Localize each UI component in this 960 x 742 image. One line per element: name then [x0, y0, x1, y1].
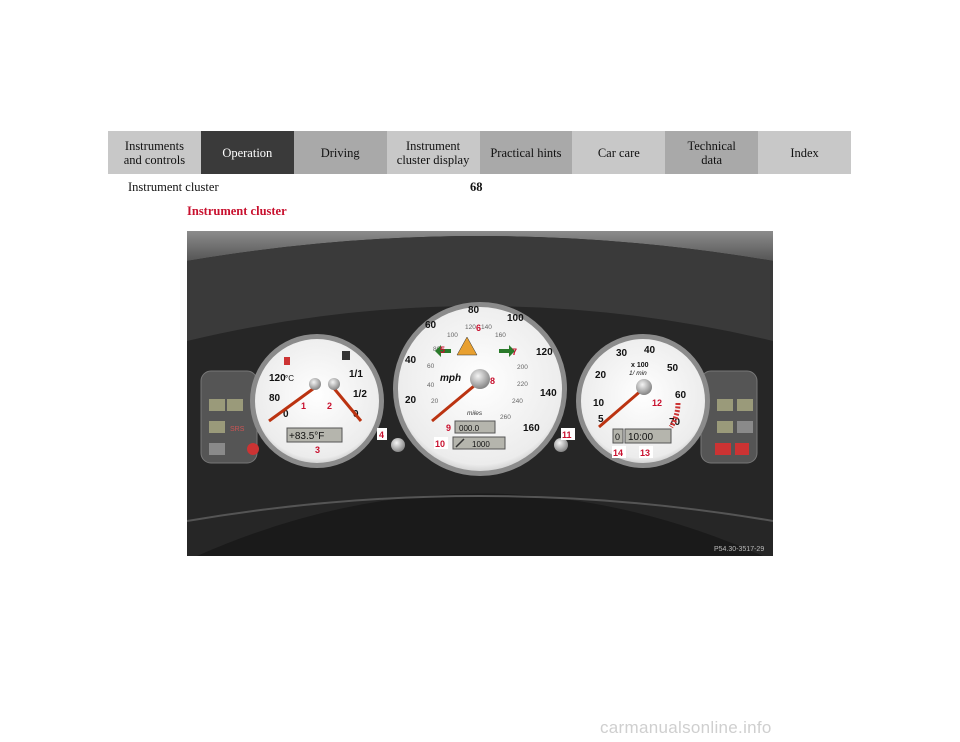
- instrument-cluster-illustration: SRS 120 80 0 °C 1/1 1/2 0 +83.5°F 20 40 …: [186, 231, 774, 556]
- gauge-label: miles: [467, 410, 483, 417]
- tab-operation[interactable]: Operation: [200, 131, 294, 174]
- warning-lamp-icon: [209, 443, 225, 455]
- section-heading: Instrument cluster: [187, 204, 287, 218]
- gauge-label: 100: [447, 332, 458, 339]
- gauge-label: 220: [517, 381, 528, 388]
- gear-display: 0: [615, 432, 620, 442]
- tab-practical-hints[interactable]: Practical hints: [479, 131, 573, 174]
- callout-1: 1: [301, 401, 306, 411]
- warning-lamp-icon: [737, 399, 753, 411]
- tab-driving[interactable]: Driving: [293, 131, 387, 174]
- gauge-label: 20: [595, 370, 607, 381]
- gauge-label: 20: [405, 395, 417, 406]
- temp-display: +83.5°F: [289, 431, 324, 442]
- gauge-label: mph: [440, 373, 461, 384]
- callout-14: 14: [613, 448, 623, 458]
- gauge-label: 10: [593, 398, 605, 409]
- gauge-label: 40: [405, 355, 417, 366]
- callout-2: 2: [327, 401, 332, 411]
- warning-lamp-icon: [737, 421, 753, 433]
- instrument-cluster-figure: SRS 120 80 0 °C 1/1 1/2 0 +83.5°F 20 40 …: [186, 231, 774, 556]
- coolant-temp-icon: [284, 357, 290, 365]
- gauge-label: 80: [269, 393, 281, 404]
- reset-knob-left: [391, 438, 405, 452]
- gauge-label: 40: [644, 345, 656, 356]
- fuel-pump-icon: [342, 351, 350, 360]
- tab-technical-data[interactable]: Technical data: [665, 131, 759, 174]
- trip-display: 000.0: [459, 424, 480, 433]
- callout-13: 13: [640, 448, 650, 458]
- gauge-label: 1/1: [349, 369, 363, 380]
- tab-instruments-and-controls[interactable]: Instruments and controls: [108, 131, 201, 174]
- gauge-label: 120: [465, 324, 476, 331]
- gauge-label: °C: [285, 374, 294, 383]
- gauge-label: 260: [500, 414, 511, 421]
- gauge-label: 200: [517, 364, 528, 371]
- gauge-label: 60: [425, 320, 437, 331]
- odometer-display: 1000: [472, 440, 490, 449]
- gauge-label: 160: [523, 423, 540, 434]
- gauge-label: 140: [481, 324, 492, 331]
- callout-8: 8: [490, 376, 495, 386]
- page-header-title: Instrument cluster: [128, 180, 219, 194]
- callout-4: 4: [379, 430, 384, 440]
- callout-7: 7: [512, 347, 517, 357]
- gauge-label: 20: [431, 398, 439, 405]
- warning-lamp-icon: [717, 421, 733, 433]
- gauge-label: 120: [269, 373, 286, 384]
- gauge-label: 1/2: [353, 389, 367, 400]
- gauge-label: 1/ min: [629, 370, 647, 377]
- gauge-label: 160: [495, 332, 506, 339]
- gauge-label: 30: [616, 348, 628, 359]
- callout-9: 9: [446, 423, 451, 433]
- gauge-label: 50: [667, 363, 679, 374]
- warning-lamp-icon: [209, 421, 225, 433]
- chapter-nav: Instruments and controls Operation Drivi…: [108, 131, 851, 174]
- reset-knob-right: [554, 438, 568, 452]
- gauge-label: x 100: [631, 362, 649, 369]
- gauge-label: 80: [468, 305, 480, 316]
- tab-index[interactable]: Index: [758, 131, 851, 174]
- gauge-label: 140: [540, 388, 557, 399]
- warning-lamp-icon: [209, 399, 225, 411]
- warning-lamp-icon: [717, 399, 733, 411]
- seatbelt-warning-icon: [735, 443, 749, 455]
- battery-warning-icon: [715, 443, 731, 455]
- gauge-label: 240: [512, 398, 523, 405]
- tab-instrument-cluster-display[interactable]: Instrument cluster display: [386, 131, 480, 174]
- callout-12: 12: [652, 398, 662, 408]
- figure-code: P54.30-3517-29: [714, 546, 764, 553]
- warning-lamp-icon: [227, 399, 243, 411]
- callout-6: 6: [476, 323, 481, 333]
- clock-display: 10:00: [628, 432, 653, 443]
- gauge-label: 120: [536, 347, 553, 358]
- callout-3: 3: [315, 445, 320, 455]
- gauge-label: 40: [427, 382, 435, 389]
- callout-10: 10: [435, 439, 445, 449]
- tab-car-care[interactable]: Car care: [572, 131, 666, 174]
- watermark: carmanualsonline.info: [600, 718, 772, 737]
- srs-label: SRS: [230, 426, 245, 433]
- gauge-label: 60: [427, 363, 435, 370]
- gauge-label: 60: [675, 390, 687, 401]
- page-number: 68: [470, 180, 483, 194]
- gauge-label: 100: [507, 313, 524, 324]
- brake-warning-icon: [247, 443, 259, 455]
- callout-11: 11: [562, 430, 572, 440]
- callout-5: 5: [440, 345, 445, 355]
